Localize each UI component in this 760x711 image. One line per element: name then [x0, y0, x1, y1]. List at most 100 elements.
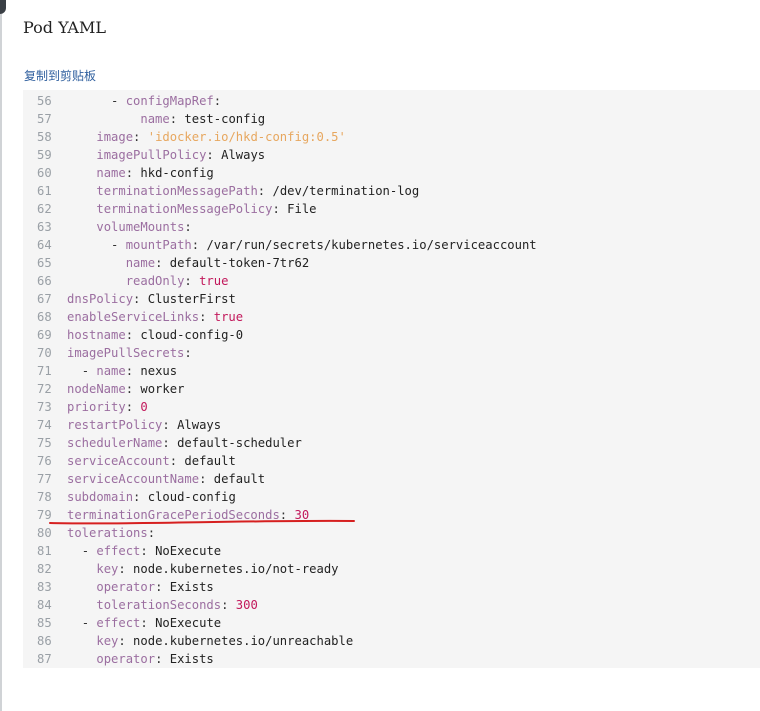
code-line: 79 terminationGracePeriodSeconds: 30 — [23, 506, 760, 524]
code-line: 62 terminationMessagePolicy: File — [23, 200, 760, 218]
code-line: 84 tolerationSeconds: 300 — [23, 596, 760, 614]
yaml-value: default — [206, 472, 266, 486]
yaml-colon: : — [272, 202, 280, 216]
yaml-key: terminationMessagePolicy — [96, 202, 273, 216]
dialog-edge — [0, 14, 2, 711]
line-number: 56 — [37, 94, 52, 108]
list-dash: - — [81, 364, 97, 378]
yaml-key: operator — [96, 652, 156, 666]
yaml-value: NoExecute — [147, 544, 222, 558]
yaml-value: Exists — [162, 652, 214, 666]
yaml-colon: : — [155, 256, 163, 270]
line-number: 70 — [37, 346, 52, 360]
line-number: 61 — [37, 184, 52, 198]
code-line: 64 - mountPath: /var/run/secrets/kuberne… — [23, 236, 760, 254]
copy-to-clipboard-link[interactable]: 复制到剪贴板 — [24, 67, 96, 84]
code-line: 74 restartPolicy: Always — [23, 416, 760, 434]
yaml-value: Always — [213, 148, 266, 162]
yaml-colon: : — [199, 472, 207, 486]
yaml-key: effect — [96, 544, 141, 558]
yaml-colon: : — [206, 148, 214, 162]
yaml-lines: 56 - configMapRef:57 name: test-config 58… — [23, 90, 760, 668]
code-line: 71 - name: nexus — [23, 362, 760, 380]
line-number: 84 — [37, 598, 52, 612]
list-dash: - — [111, 238, 126, 252]
yaml-key: key — [96, 562, 119, 576]
yaml-colon: : — [257, 184, 266, 198]
line-number: 87 — [37, 652, 52, 666]
yaml-value: nexus — [133, 364, 178, 378]
yaml-key: operator — [96, 580, 156, 594]
code-line: 85 - effect: NoExecute — [23, 614, 760, 632]
yaml-key: configMapRef — [125, 94, 214, 108]
yaml-key: image — [96, 130, 134, 144]
yaml-colon: : — [279, 508, 288, 522]
yaml-key: imagePullPolicy — [96, 148, 207, 162]
yaml-colon: : — [169, 112, 178, 126]
yaml-value: test-config — [177, 112, 266, 126]
yaml-colon: : — [191, 238, 200, 252]
yaml-key: terminationGracePeriodSeconds — [67, 508, 280, 522]
yaml-colon: : — [155, 652, 163, 666]
yaml-key: key — [96, 634, 119, 648]
yaml-value: default-token-7tr62 — [162, 256, 310, 270]
yaml-colon: : — [184, 220, 192, 234]
line-number: 81 — [37, 544, 52, 558]
code-line: 75 schedulerName: default-scheduler — [23, 434, 760, 452]
yaml-colon: : — [199, 310, 207, 324]
yaml-value: NoExecute — [147, 616, 222, 630]
yaml-key: schedulerName — [67, 436, 163, 450]
code-line: 69 hostname: cloud-config-0 — [23, 326, 760, 344]
line-number: 60 — [37, 166, 52, 180]
list-dash: - — [111, 94, 126, 108]
line-number: 71 — [37, 364, 52, 378]
yaml-value: /dev/termination-log — [265, 184, 420, 198]
code-line: 68 enableServiceLinks: true — [23, 308, 760, 326]
yaml-colon: : — [155, 580, 163, 594]
yaml-value: node.kubernetes.io/unreachable — [125, 634, 354, 648]
yaml-colon: : — [140, 616, 148, 630]
yaml-key: name — [140, 112, 170, 126]
yaml-colon: : — [184, 274, 192, 288]
yaml-value: 'idocker.io/hkd-config:0.5' — [140, 130, 346, 144]
yaml-colon: : — [133, 292, 141, 306]
code-line: 81 - effect: NoExecute — [23, 542, 760, 560]
yaml-colon: : — [125, 400, 134, 414]
line-number: 85 — [37, 616, 52, 630]
yaml-value: Always — [169, 418, 222, 432]
code-line: 73 priority: 0 — [23, 398, 760, 416]
yaml-key: restartPolicy — [67, 418, 163, 432]
line-number: 58 — [37, 130, 52, 144]
yaml-value: true — [206, 310, 244, 324]
yaml-colon: : — [118, 562, 126, 576]
yaml-colon: : — [140, 544, 148, 558]
yaml-colon: : — [147, 526, 156, 540]
dialog-title: Pod YAML — [23, 18, 106, 37]
code-line: 63 volumeMounts: — [23, 218, 760, 236]
line-number: 67 — [37, 292, 52, 306]
yaml-value: true — [191, 274, 229, 288]
yaml-colon: : — [169, 454, 178, 468]
line-number: 69 — [37, 328, 52, 342]
yaml-key: mountPath — [125, 238, 192, 252]
yaml-key: tolerationSeconds — [96, 598, 222, 612]
yaml-code-block[interactable]: 56 - configMapRef:57 name: test-config 58… — [23, 90, 760, 668]
yaml-key: tolerations — [67, 526, 148, 540]
yaml-colon: : — [213, 94, 222, 108]
yaml-value: default — [177, 454, 236, 468]
yaml-value: cloud-config-0 — [133, 328, 244, 342]
line-number: 77 — [37, 472, 52, 486]
code-line: 56 - configMapRef: — [23, 92, 760, 110]
yaml-key: name — [96, 166, 126, 180]
yaml-key: imagePullSecrets — [67, 346, 185, 360]
line-number: 74 — [37, 418, 52, 432]
yaml-value: 30 — [287, 508, 310, 522]
code-line: 59 imagePullPolicy: Always — [23, 146, 760, 164]
yaml-key: hostname — [67, 328, 126, 342]
